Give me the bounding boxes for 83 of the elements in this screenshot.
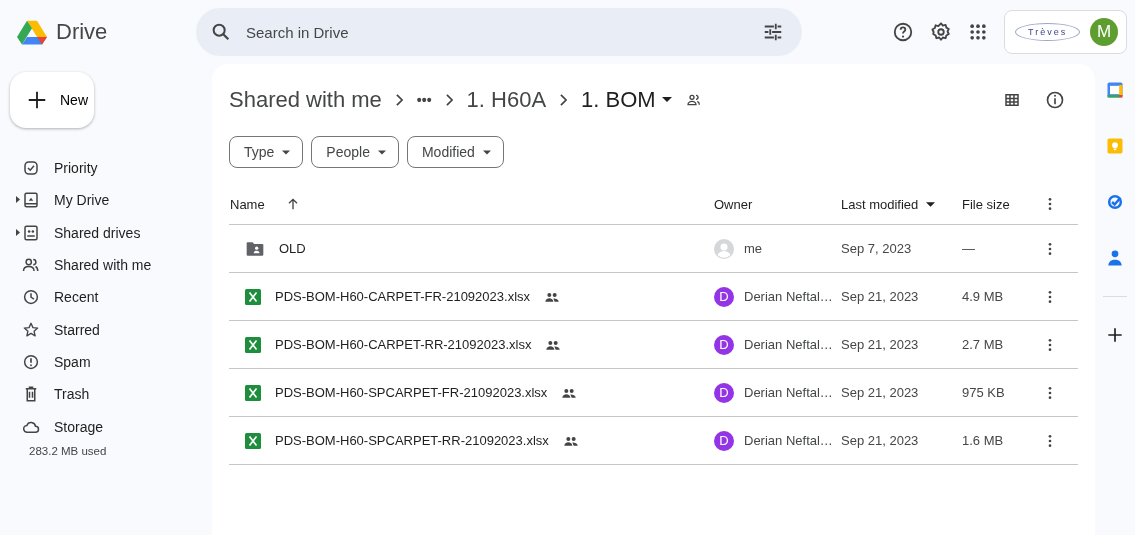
file-name[interactable]: PDS-BOM-H60-CARPET-RR-21092023.xlsx bbox=[275, 337, 532, 352]
chevron-right-icon bbox=[560, 94, 568, 106]
grid-view-icon[interactable] bbox=[1003, 91, 1021, 109]
sidebar-item[interactable]: Shared drives bbox=[10, 218, 153, 247]
modified-date: Sep 7, 2023 bbox=[841, 241, 912, 256]
file-name[interactable]: PDS-BOM-H60-SPCARPET-FR-21092023.xlsx bbox=[275, 385, 548, 400]
column-header[interactable]: File size bbox=[962, 196, 1010, 212]
search-bar[interactable]: Search in Drive bbox=[196, 8, 802, 56]
new-button[interactable]: New bbox=[10, 72, 94, 128]
file-name[interactable]: OLD bbox=[279, 241, 306, 256]
owner-name: me bbox=[744, 241, 763, 256]
spreadsheet-icon bbox=[245, 384, 261, 401]
chevron-right-icon bbox=[395, 94, 403, 106]
drive-icon bbox=[22, 191, 40, 210]
file-size: 2.7 MB bbox=[962, 337, 1004, 352]
caret-icon bbox=[282, 149, 291, 155]
storage-used-text: 283.2 MB used bbox=[28, 444, 108, 457]
shared-folder-icon[interactable] bbox=[685, 92, 702, 108]
file-size: 4.9 MB bbox=[962, 289, 1004, 304]
filter-chip[interactable]: Modified bbox=[406, 136, 504, 168]
breadcrumb-item[interactable]: 1. BOM bbox=[581, 87, 672, 113]
file-name[interactable]: PDS-BOM-H60-SPCARPET-RR-21092023.xlsx bbox=[275, 433, 549, 448]
alert-icon bbox=[22, 352, 40, 371]
owner-avatar: D bbox=[714, 286, 734, 307]
search-field[interactable]: Search in Drive bbox=[244, 22, 750, 42]
modified-date: Sep 21, 2023 bbox=[841, 337, 919, 352]
caret-icon bbox=[377, 149, 386, 155]
modified-date: Sep 21, 2023 bbox=[841, 385, 919, 400]
clock-icon bbox=[22, 288, 40, 307]
sidebar-item[interactable]: Storage bbox=[10, 412, 116, 441]
owner-name: Derian Neftal… bbox=[744, 433, 833, 448]
plus-icon bbox=[26, 89, 48, 111]
shared-drive-icon bbox=[22, 223, 40, 242]
caret-icon bbox=[661, 97, 672, 103]
check-circle-icon[interactable] bbox=[1105, 192, 1125, 212]
calendar-icon[interactable] bbox=[1105, 80, 1125, 100]
spreadsheet-icon bbox=[245, 336, 261, 353]
file-size: 975 KB bbox=[962, 385, 1005, 400]
sidebar-item[interactable]: Shared with me bbox=[10, 251, 164, 280]
modified-date: Sep 21, 2023 bbox=[841, 433, 919, 448]
person-icon[interactable] bbox=[1105, 248, 1125, 268]
expand-caret-icon[interactable] bbox=[16, 196, 20, 204]
sidebar-item[interactable]: My Drive bbox=[10, 186, 122, 215]
star-icon bbox=[22, 320, 40, 339]
breadcrumb-item[interactable]: Shared with me bbox=[229, 87, 382, 113]
caret-icon[interactable] bbox=[926, 201, 936, 207]
owner-avatar: D bbox=[714, 382, 734, 403]
column-header[interactable]: Last modified bbox=[841, 196, 919, 212]
caret-icon bbox=[482, 149, 491, 155]
owner-name: Derian Neftal… bbox=[744, 289, 833, 304]
column-header[interactable]: Owner bbox=[714, 196, 753, 212]
apps-grid-icon[interactable] bbox=[968, 22, 988, 42]
chevron-right-icon bbox=[445, 94, 453, 106]
sidebar-item[interactable]: Trash bbox=[10, 380, 102, 409]
user-avatar-icon bbox=[714, 238, 734, 259]
owner-avatar: D bbox=[714, 334, 734, 355]
settings-icon[interactable] bbox=[930, 21, 952, 43]
sidebar-item[interactable]: Spam bbox=[10, 347, 103, 376]
owner-avatar: D bbox=[714, 430, 734, 451]
owner-name: Derian Neftal… bbox=[744, 385, 833, 400]
file-size: 1.6 MB bbox=[962, 433, 1004, 448]
filter-chip[interactable]: Type bbox=[229, 136, 304, 168]
spreadsheet-icon bbox=[245, 432, 261, 449]
sidebar-item[interactable]: Recent bbox=[10, 283, 111, 312]
file-size: — bbox=[962, 241, 975, 256]
breadcrumb-item[interactable]: 1. H60A bbox=[466, 87, 547, 113]
info-icon[interactable] bbox=[1045, 90, 1065, 110]
sidebar-item[interactable]: Starred bbox=[10, 315, 112, 344]
checkbox-icon bbox=[22, 159, 40, 178]
plus-icon[interactable] bbox=[1105, 325, 1125, 345]
file-name[interactable]: PDS-BOM-H60-CARPET-FR-21092023.xlsx bbox=[275, 289, 531, 304]
spreadsheet-icon bbox=[245, 288, 261, 305]
sidebar-item[interactable]: Priority bbox=[10, 154, 110, 183]
column-header[interactable]: Name bbox=[230, 196, 265, 212]
search-icon bbox=[210, 21, 232, 43]
owner-name: Derian Neftal… bbox=[744, 337, 833, 352]
app-name: Drive bbox=[56, 19, 108, 45]
expand-caret-icon[interactable] bbox=[16, 228, 20, 236]
help-icon[interactable] bbox=[892, 21, 914, 43]
breadcrumb-item[interactable]: ••• bbox=[416, 92, 432, 108]
filter-chip[interactable]: People bbox=[311, 136, 399, 168]
modified-date: Sep 21, 2023 bbox=[841, 289, 919, 304]
filter-sliders-icon[interactable] bbox=[762, 21, 784, 43]
